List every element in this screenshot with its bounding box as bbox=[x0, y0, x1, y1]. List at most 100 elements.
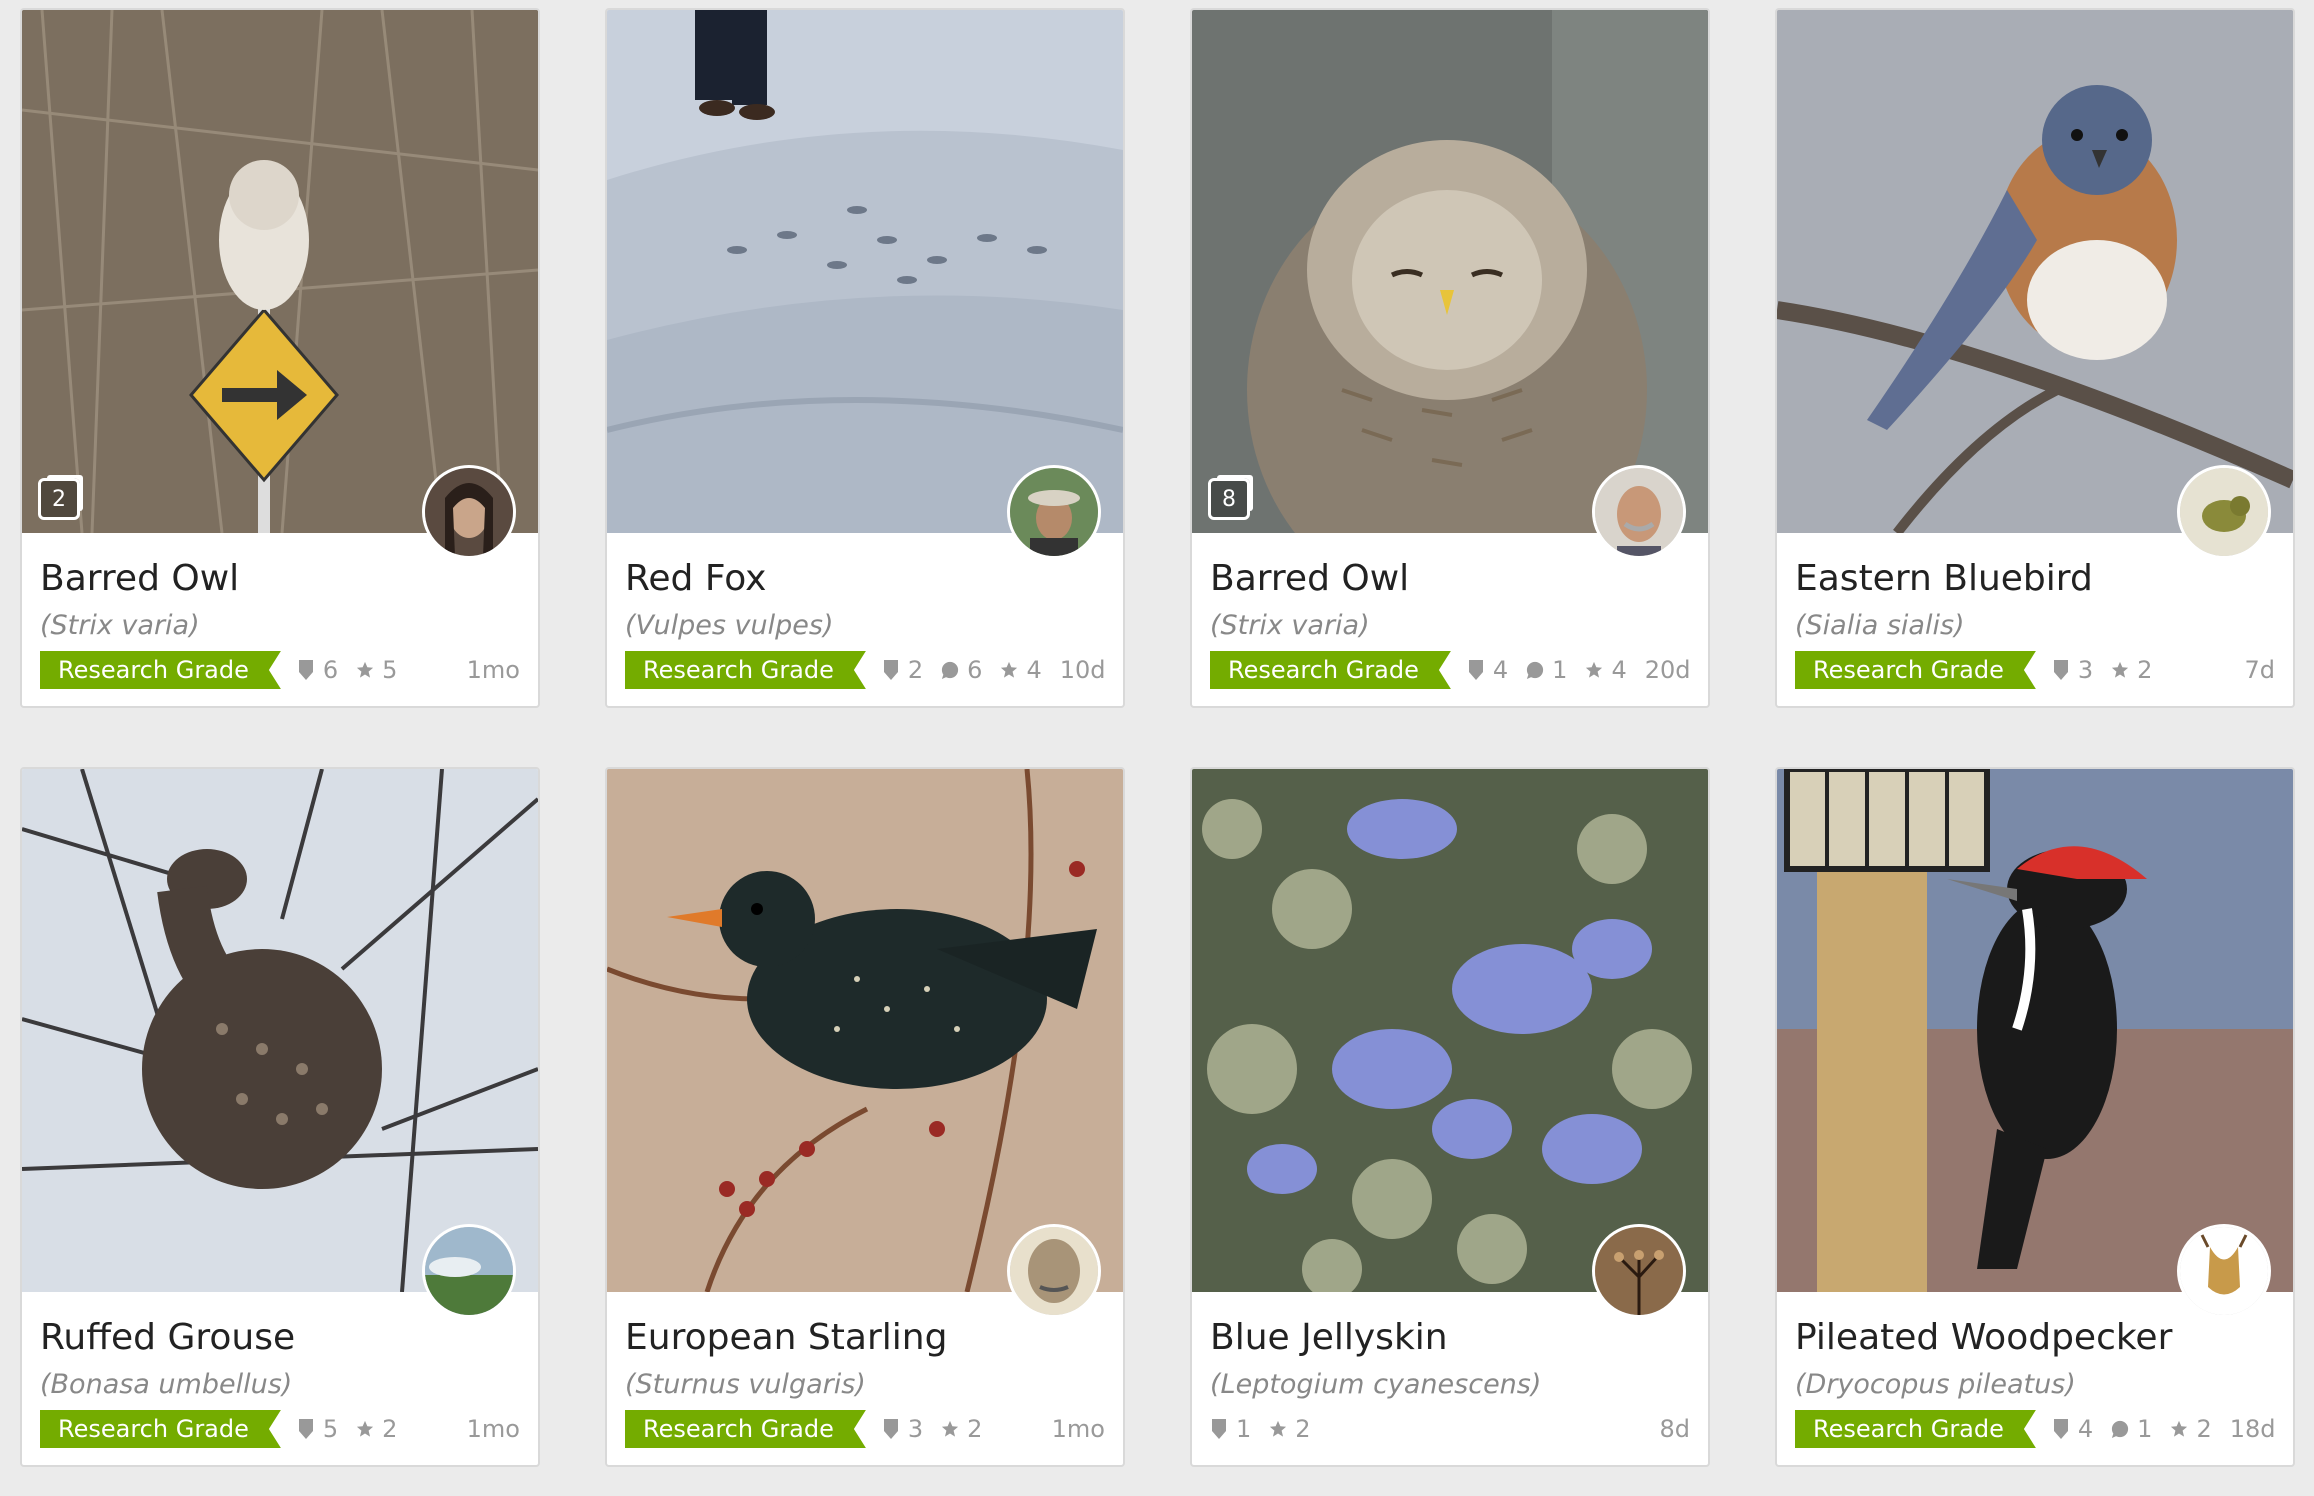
scientific-name: (Strix varia) bbox=[1210, 610, 1370, 641]
identifications-count: 4 bbox=[2052, 1415, 2093, 1443]
star-icon bbox=[1270, 1420, 1287, 1437]
observation-age: 10d bbox=[1059, 656, 1106, 684]
observation-card[interactable]: 2 Barred Owl (Strix varia) Research Grad… bbox=[20, 8, 540, 708]
star-icon bbox=[942, 1420, 959, 1437]
observation-meta: 1 2 8d bbox=[1210, 1409, 1690, 1449]
scientific-name: (Strix varia) bbox=[40, 610, 200, 641]
user-avatar[interactable] bbox=[422, 1224, 516, 1318]
observation-meta: Research Grade 4 1 2 18d bbox=[1795, 1409, 2276, 1449]
common-name[interactable]: Eastern Bluebird bbox=[1795, 558, 2093, 599]
scientific-name: (Leptogium cyanescens) bbox=[1210, 1369, 1542, 1400]
observation-card[interactable]: 8 Barred Owl (Strix varia) Research Grad… bbox=[1190, 8, 1710, 708]
identifications-count: 2 bbox=[882, 656, 923, 684]
scientific-name: (Sialia sialis) bbox=[1795, 610, 1965, 641]
common-name[interactable]: Ruffed Grouse bbox=[40, 1317, 295, 1358]
identifications-count: 3 bbox=[2052, 656, 2093, 684]
observation-card[interactable]: Pileated Woodpecker (Dryocopus pileatus)… bbox=[1775, 767, 2295, 1467]
observation-meta: Research Grade 6 5 1mo bbox=[40, 650, 520, 690]
identification-icon bbox=[1468, 660, 1483, 680]
observation-meta: Research Grade 2 6 4 10d bbox=[625, 650, 1106, 690]
faves-count: 5 bbox=[356, 656, 397, 684]
quality-grade-badge: Research Grade bbox=[1795, 1410, 2036, 1448]
identification-icon bbox=[883, 660, 898, 680]
observation-card[interactable]: European Starling (Sturnus vulgaris) Res… bbox=[605, 767, 1125, 1467]
identification-icon bbox=[298, 660, 313, 680]
star-icon bbox=[357, 1420, 374, 1437]
star-icon bbox=[1586, 661, 1603, 678]
common-name[interactable]: Blue Jellyskin bbox=[1210, 1317, 1448, 1358]
quality-grade-badge: Research Grade bbox=[625, 1410, 866, 1448]
quality-grade-badge: Research Grade bbox=[1795, 651, 2036, 689]
observation-meta: Research Grade 5 2 1mo bbox=[40, 1409, 520, 1449]
observation-card[interactable]: Red Fox (Vulpes vulpes) Research Grade 2… bbox=[605, 8, 1125, 708]
identification-icon bbox=[883, 1419, 898, 1439]
identification-icon bbox=[2053, 660, 2068, 680]
observation-photo[interactable] bbox=[22, 10, 538, 533]
star-icon bbox=[1001, 661, 1018, 678]
scientific-name: (Bonasa umbellus) bbox=[40, 1369, 293, 1400]
observation-card[interactable]: Blue Jellyskin (Leptogium cyanescens) 1 … bbox=[1190, 767, 1710, 1467]
observation-photo[interactable] bbox=[607, 769, 1123, 1292]
quality-grade-badge: Research Grade bbox=[1210, 651, 1451, 689]
faves-count: 2 bbox=[1269, 1415, 1311, 1443]
faves-count: 2 bbox=[941, 1415, 982, 1443]
user-avatar[interactable] bbox=[1007, 465, 1101, 559]
user-avatar[interactable] bbox=[2177, 465, 2271, 559]
photo-count-badge: 8 bbox=[1208, 478, 1250, 520]
identifications-count: 5 bbox=[297, 1415, 338, 1443]
observation-photo[interactable] bbox=[1777, 10, 2293, 533]
faves-count: 4 bbox=[1585, 656, 1627, 684]
observation-age: 1mo bbox=[1051, 1415, 1105, 1443]
identifications-count: 1 bbox=[1210, 1415, 1251, 1443]
observation-age: 7d bbox=[2244, 656, 2275, 684]
observation-card[interactable]: Ruffed Grouse (Bonasa umbellus) Research… bbox=[20, 767, 540, 1467]
identifications-count: 3 bbox=[882, 1415, 923, 1443]
photo-count-badge: 2 bbox=[38, 478, 80, 520]
comments-count: 1 bbox=[1526, 656, 1567, 684]
observation-photo[interactable] bbox=[607, 10, 1123, 533]
observation-photo[interactable] bbox=[22, 769, 538, 1292]
comment-icon bbox=[942, 661, 959, 679]
comments-count: 1 bbox=[2111, 1415, 2152, 1443]
observation-card[interactable]: Eastern Bluebird (Sialia sialis) Researc… bbox=[1775, 8, 2295, 708]
scientific-name: (Sturnus vulgaris) bbox=[625, 1369, 866, 1400]
faves-count: 2 bbox=[2170, 1415, 2212, 1443]
identification-icon bbox=[1212, 1419, 1226, 1439]
faves-count: 4 bbox=[1000, 656, 1042, 684]
observation-age: 1mo bbox=[466, 656, 520, 684]
observation-photo[interactable] bbox=[1192, 769, 1708, 1292]
common-name[interactable]: Barred Owl bbox=[1210, 558, 1409, 599]
common-name[interactable]: Red Fox bbox=[625, 558, 767, 599]
comment-icon bbox=[1527, 661, 1544, 679]
star-icon bbox=[357, 661, 374, 678]
observation-meta: Research Grade 3 2 7d bbox=[1795, 650, 2275, 690]
common-name[interactable]: European Starling bbox=[625, 1317, 947, 1358]
identifications-count: 4 bbox=[1467, 656, 1508, 684]
observation-age: 18d bbox=[2229, 1415, 2276, 1443]
star-icon bbox=[2171, 1420, 2188, 1437]
observation-meta: Research Grade 4 1 4 20d bbox=[1210, 650, 1691, 690]
scientific-name: (Dryocopus pileatus) bbox=[1795, 1369, 2076, 1400]
star-icon bbox=[2112, 661, 2129, 678]
faves-count: 2 bbox=[2111, 656, 2152, 684]
observation-meta: Research Grade 3 2 1mo bbox=[625, 1409, 1105, 1449]
comments-count: 6 bbox=[941, 656, 982, 684]
quality-grade-badge: Research Grade bbox=[40, 651, 281, 689]
user-avatar[interactable] bbox=[2177, 1224, 2271, 1318]
common-name[interactable]: Pileated Woodpecker bbox=[1795, 1317, 2172, 1358]
observation-age: 20d bbox=[1644, 656, 1691, 684]
faves-count: 2 bbox=[356, 1415, 397, 1443]
observation-age: 1mo bbox=[466, 1415, 520, 1443]
observation-photo[interactable] bbox=[1777, 769, 2293, 1292]
user-avatar[interactable] bbox=[1592, 1224, 1686, 1318]
user-avatar[interactable] bbox=[1007, 1224, 1101, 1318]
identification-icon bbox=[298, 1419, 313, 1439]
common-name[interactable]: Barred Owl bbox=[40, 558, 239, 599]
user-avatar[interactable] bbox=[1592, 465, 1686, 559]
quality-grade-badge: Research Grade bbox=[625, 651, 866, 689]
quality-grade-badge: Research Grade bbox=[40, 1410, 281, 1448]
observation-photo[interactable] bbox=[1192, 10, 1708, 533]
identifications-count: 6 bbox=[297, 656, 338, 684]
user-avatar[interactable] bbox=[422, 465, 516, 559]
identification-icon bbox=[2053, 1419, 2068, 1439]
